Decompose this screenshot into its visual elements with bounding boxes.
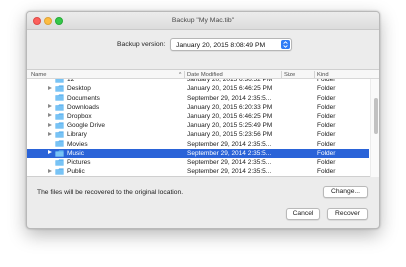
- disclosure-triangle-icon[interactable]: [48, 104, 52, 109]
- folder-icon: [55, 159, 64, 166]
- file-kind: Folder: [317, 103, 336, 111]
- date-modified: January 20, 2015 5:23:56 PM: [187, 131, 273, 139]
- file-name: Movies: [67, 140, 88, 148]
- table-row[interactable]: Dropbox January 20, 2015 6:46:25 PM Folder: [27, 112, 369, 121]
- table-row[interactable]: Movies September 29, 2014 2:35:5... Folder: [27, 139, 369, 148]
- sort-ascending-icon: ^: [179, 71, 182, 78]
- table-row[interactable]: Google Drive January 20, 2015 5:25:49 PM F…: [27, 121, 369, 130]
- backup-version-select[interactable]: January 20, 2015 8:08:49 PM: [170, 38, 292, 51]
- file-kind: Folder: [317, 94, 336, 102]
- column-header-name[interactable]: Name: [31, 72, 46, 78]
- file-kind: Folder: [317, 131, 336, 139]
- date-modified: January 20, 2015 5:25:49 PM: [187, 122, 273, 130]
- file-name: Pictures: [67, 158, 91, 166]
- disclosure-triangle-icon[interactable]: [48, 122, 52, 127]
- file-name: Downloads: [67, 103, 100, 111]
- date-modified: September 29, 2014 2:35:5...: [187, 158, 272, 166]
- file-kind: Folder: [317, 158, 336, 166]
- table-row[interactable]: Desktop January 20, 2015 6:46:25 PM Folder: [27, 84, 369, 93]
- chevron-updown-icon: [281, 40, 290, 49]
- column-divider[interactable]: [184, 71, 185, 78]
- table-row[interactable]: Music September 29, 2014 2:35:5... Folder: [27, 148, 369, 158]
- file-name: Music: [67, 149, 84, 157]
- folder-icon: [55, 131, 64, 138]
- date-modified: September 29, 2014 2:35:5...: [187, 94, 272, 102]
- file-table: Name ^ Date Modified Size Kind 12 January…: [27, 69, 379, 177]
- folder-icon: [55, 94, 64, 101]
- date-modified: January 20, 2015 6:46:25 PM: [187, 85, 273, 93]
- date-modified: January 20, 2015 6:46:25 PM: [187, 112, 273, 120]
- file-name: 12: [67, 79, 75, 84]
- disclosure-triangle-icon[interactable]: [48, 85, 52, 90]
- table-row[interactable]: Downloads January 20, 2015 6:20:33 PM Fold…: [27, 103, 369, 112]
- date-modified: September 29, 2014 2:35:5...: [187, 149, 272, 157]
- column-divider[interactable]: [314, 71, 315, 78]
- date-modified: September 29, 2014 2:35:5...: [187, 168, 272, 176]
- folder-icon: [55, 140, 64, 147]
- column-divider[interactable]: [281, 71, 282, 78]
- table-header: Name ^ Date Modified Size Kind: [27, 70, 379, 79]
- file-name: Documents: [67, 94, 100, 102]
- table-body: 12 January 20, 2015 6:36:52 PM Folder Deskt…: [27, 79, 369, 177]
- recover-button[interactable]: Recover: [327, 208, 368, 220]
- date-modified: January 20, 2015 6:20:33 PM: [187, 103, 273, 111]
- folder-icon: [55, 103, 64, 111]
- file-name: Library: [67, 131, 87, 139]
- disclosure-triangle-icon[interactable]: [48, 113, 52, 118]
- backup-version-row: Backup version: January 20, 2015 8:08:49…: [27, 38, 379, 52]
- table-row[interactable]: Public September 29, 2014 2:35:5... Folder: [27, 167, 369, 176]
- file-name: Desktop: [67, 85, 91, 93]
- table-row[interactable]: Pictures September 29, 2014 2:35:5... Fold…: [27, 158, 369, 167]
- file-name: Google Drive: [67, 122, 105, 130]
- file-kind: Folder: [317, 140, 336, 148]
- vertical-scrollbar[interactable]: [370, 79, 379, 177]
- folder-icon: [55, 113, 64, 120]
- cancel-button[interactable]: Cancel: [286, 208, 320, 220]
- file-name: Dropbox: [67, 112, 92, 120]
- window-title: Backup "My Mac.tib": [171, 17, 235, 24]
- title-bar: Backup "My Mac.tib": [27, 12, 379, 30]
- file-kind: Folder: [317, 112, 336, 120]
- date-modified: September 29, 2014 2:35:5...: [187, 140, 272, 148]
- file-kind: Folder: [317, 122, 336, 130]
- column-header-kind[interactable]: Kind: [317, 72, 329, 78]
- recovery-location-text: The files will be recovered to the origi…: [37, 189, 184, 196]
- backup-version-value: January 20, 2015 8:08:49 PM: [176, 41, 266, 49]
- backup-version-label: Backup version:: [117, 41, 166, 48]
- file-kind: Folder: [317, 149, 336, 157]
- file-name: Public: [67, 168, 85, 176]
- table-row[interactable]: Library January 20, 2015 5:23:56 PM Folder: [27, 130, 369, 139]
- table-row[interactable]: Documents September 29, 2014 2:35:5... Fol…: [27, 93, 369, 102]
- disclosure-triangle-icon[interactable]: [48, 168, 52, 173]
- date-modified: January 20, 2015 6:36:52 PM: [187, 79, 273, 84]
- folder-icon: [55, 168, 64, 175]
- scrollbar-thumb[interactable]: [373, 98, 378, 134]
- folder-icon: [55, 149, 64, 157]
- change-location-button[interactable]: Change...: [323, 186, 368, 198]
- backup-dialog: Backup "My Mac.tib" Backup version: Janu…: [26, 11, 380, 229]
- column-header-size[interactable]: Size: [284, 72, 295, 78]
- folder-icon: [55, 85, 64, 92]
- file-kind: Folder: [317, 168, 336, 176]
- file-kind: Folder: [317, 79, 336, 84]
- disclosure-triangle-icon[interactable]: [48, 150, 52, 155]
- column-header-date-modified[interactable]: Date Modified: [187, 72, 223, 78]
- disclosure-triangle-icon[interactable]: [48, 131, 52, 136]
- folder-icon: [55, 79, 64, 83]
- file-kind: Folder: [317, 85, 336, 93]
- folder-icon: [55, 122, 64, 129]
